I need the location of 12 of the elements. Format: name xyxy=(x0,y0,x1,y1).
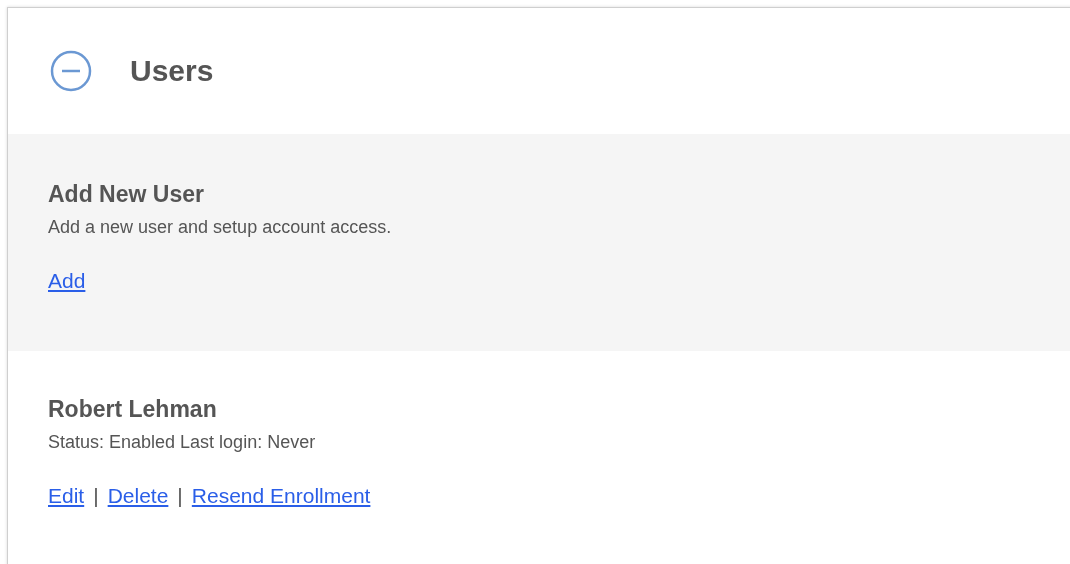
user-name: Robert Lehman xyxy=(48,395,218,424)
action-link[interactable]: Resend Enrollment xyxy=(191,483,371,507)
action-link[interactable]: Delete xyxy=(107,483,169,507)
user-status: Status: Enabled Last login: Never xyxy=(48,430,317,454)
section-description: Add a new user and setup account access. xyxy=(48,215,393,239)
panel-title: Users xyxy=(130,53,214,89)
collapse-icon[interactable] xyxy=(50,50,92,92)
add-link[interactable]: Add xyxy=(48,268,86,292)
separator: | xyxy=(177,483,183,507)
action-link[interactable]: Edit xyxy=(48,483,85,507)
section-title: Add New User xyxy=(48,180,205,209)
separator: | xyxy=(93,483,99,507)
